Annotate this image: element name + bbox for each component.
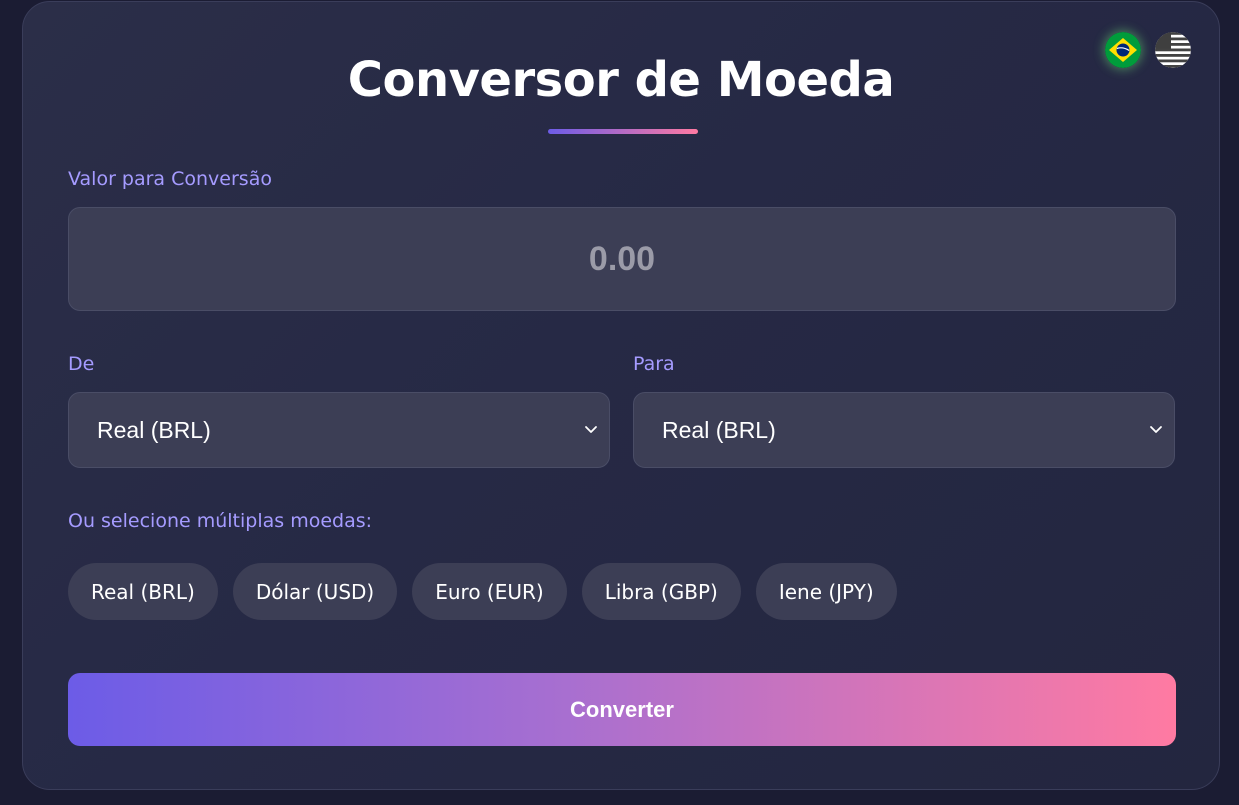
chevron-down-icon [1150, 426, 1162, 433]
chevron-down-icon [585, 426, 597, 433]
converter-card: Conversor de Moeda Valor para Conversão … [22, 1, 1220, 790]
to-currency-select[interactable]: Real (BRL) [633, 392, 1175, 468]
convert-button[interactable]: Converter [68, 673, 1176, 746]
from-label: De [68, 353, 95, 375]
title-underline [548, 129, 698, 134]
multi-currency-label: Ou selecione múltiplas moedas: [68, 510, 373, 532]
to-currency-value: Real (BRL) [662, 417, 776, 443]
currency-chip-gbp[interactable]: Libra (GBP) [581, 563, 741, 620]
from-currency-value: Real (BRL) [97, 417, 211, 443]
amount-input[interactable] [68, 207, 1176, 311]
amount-label: Valor para Conversão [68, 168, 272, 190]
currency-chip-eur[interactable]: Euro (EUR) [412, 563, 567, 620]
page-title: Conversor de Moeda [347, 52, 895, 108]
currency-chip-brl[interactable]: Real (BRL) [68, 563, 218, 620]
currency-chip-list: Real (BRL) Dólar (USD) Euro (EUR) Libra … [68, 563, 897, 620]
currency-chip-jpy[interactable]: Iene (JPY) [755, 563, 897, 620]
from-currency-select[interactable]: Real (BRL) [68, 392, 610, 468]
to-label: Para [633, 353, 675, 375]
currency-chip-usd[interactable]: Dólar (USD) [232, 563, 398, 620]
